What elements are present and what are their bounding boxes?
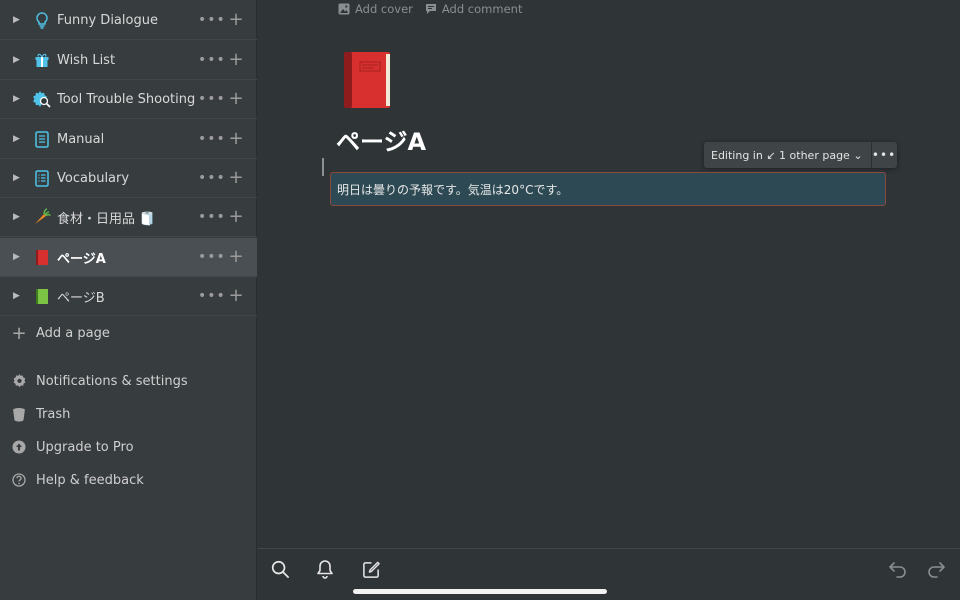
more-options-icon[interactable]: ••• [198, 170, 225, 186]
link-label: Notifications & settings [36, 373, 188, 389]
add-page-label: Add a page [36, 325, 110, 341]
sidebar-page-tool-trouble-shooting[interactable]: ▶ Tool Trouble Shooting ••• + [0, 80, 257, 119]
synced-block-indicator[interactable]: Editing in ↙ 1 other page ⌄ ••• [704, 142, 897, 168]
add-subpage-icon[interactable]: + [226, 248, 246, 266]
green-book-icon [32, 286, 52, 306]
add-page-button[interactable]: + Add a page [0, 318, 257, 348]
more-options-icon[interactable]: ••• [198, 12, 225, 28]
add-subpage-icon[interactable]: + [226, 287, 246, 305]
home-indicator[interactable] [353, 589, 607, 594]
sidebar-page-label: Funny Dialogue [57, 12, 158, 28]
trash-icon [11, 406, 27, 422]
expand-toggle-icon[interactable]: ▶ [13, 252, 23, 262]
more-options-icon[interactable]: ••• [198, 209, 225, 225]
sidebar-page-label: ページA [57, 251, 106, 267]
link-label: Help & feedback [36, 472, 144, 488]
gear-magnifier-icon [32, 89, 52, 109]
sidebar-page-groceries[interactable]: ▶ 食材・日用品 🧻 ••• + [0, 198, 257, 237]
more-options-icon[interactable]: ••• [198, 91, 225, 107]
redo-icon[interactable] [925, 558, 947, 580]
sidebar-page-label: ページB [57, 290, 105, 306]
more-options-icon[interactable]: ••• [198, 288, 225, 304]
help-icon [11, 472, 27, 488]
undo-icon[interactable] [887, 558, 909, 580]
add-comment-label: Add comment [441, 2, 523, 16]
sidebar-page-label: Vocabulary [57, 170, 130, 186]
sidebar-page-label: Manual [57, 131, 105, 147]
expand-toggle-icon[interactable]: ▶ [13, 173, 23, 183]
expand-toggle-icon[interactable]: ▶ [13, 94, 23, 104]
upgrade-link[interactable]: Upgrade to Pro [0, 433, 257, 461]
carrot-icon [32, 207, 52, 227]
synced-text-block[interactable]: 明日は曇りの予報です。気温は20°Cです。 [330, 172, 886, 206]
gear-icon [11, 373, 27, 389]
comment-icon [425, 4, 436, 14]
sidebar-page-page-a[interactable]: ▶ ページA ••• + [0, 238, 257, 277]
sidebar-page-label: 食材・日用品 🧻 [57, 211, 156, 227]
help-feedback-link[interactable]: Help & feedback [0, 466, 257, 494]
more-options-icon[interactable]: ••• [872, 142, 897, 168]
more-options-icon[interactable]: ••• [198, 249, 225, 265]
sidebar-page-label: Wish List [57, 52, 116, 68]
page-content: Add cover Add comment ページA Editing in ↙ … [258, 0, 960, 548]
notifications-settings-link[interactable]: Notifications & settings [0, 367, 257, 395]
expand-toggle-icon[interactable]: ▶ [13, 134, 23, 144]
page-header-actions: Add cover Add comment [338, 0, 534, 18]
new-page-icon[interactable] [360, 558, 382, 580]
add-subpage-icon[interactable]: + [226, 208, 246, 226]
document-icon [32, 129, 52, 149]
more-options-icon[interactable]: ••• [198, 131, 225, 147]
gift-icon [32, 50, 52, 70]
red-book-icon [32, 247, 52, 267]
add-cover-label: Add cover [355, 2, 413, 16]
red-book-icon[interactable] [342, 48, 392, 110]
sidebar-page-vocabulary[interactable]: ▶ Vocabulary ••• + [0, 159, 257, 198]
expand-toggle-icon[interactable]: ▶ [13, 15, 23, 25]
sidebar: ▶ Funny Dialogue ••• + ▶ Wish List ••• +… [0, 0, 257, 600]
list-document-icon [32, 168, 52, 188]
plus-icon: + [11, 322, 27, 344]
link-label: Trash [36, 406, 71, 422]
expand-toggle-icon[interactable]: ▶ [13, 291, 23, 301]
sidebar-page-manual[interactable]: ▶ Manual ••• + [0, 120, 257, 159]
expand-toggle-icon[interactable]: ▶ [13, 55, 23, 65]
upgrade-icon [11, 439, 27, 455]
add-subpage-icon[interactable]: + [226, 90, 246, 108]
block-drag-handle[interactable] [322, 158, 324, 176]
sidebar-page-funny-dialogue[interactable]: ▶ Funny Dialogue ••• + [0, 1, 257, 40]
sidebar-page-page-b[interactable]: ▶ ページB ••• + [0, 277, 257, 316]
sidebar-page-label: Tool Trouble Shooting [57, 91, 196, 107]
add-cover-button[interactable]: Add cover [338, 2, 413, 16]
add-subpage-icon[interactable]: + [226, 51, 246, 69]
editing-in-other-page-button[interactable]: Editing in ↙ 1 other page ⌄ [704, 142, 872, 168]
add-subpage-icon[interactable]: + [226, 130, 246, 148]
link-label: Upgrade to Pro [36, 439, 134, 455]
page-title[interactable]: ページA [336, 122, 426, 157]
expand-toggle-icon[interactable]: ▶ [13, 212, 23, 222]
sidebar-page-wish-list[interactable]: ▶ Wish List ••• + [0, 41, 257, 80]
lightbulb-icon [32, 10, 52, 30]
trash-link[interactable]: Trash [0, 400, 257, 428]
add-comment-button[interactable]: Add comment [425, 2, 523, 16]
bell-icon[interactable] [314, 558, 336, 580]
add-subpage-icon[interactable]: + [226, 169, 246, 187]
more-options-icon[interactable]: ••• [198, 52, 225, 68]
image-icon [338, 3, 350, 15]
add-subpage-icon[interactable]: + [226, 11, 246, 29]
search-icon[interactable] [269, 558, 291, 580]
